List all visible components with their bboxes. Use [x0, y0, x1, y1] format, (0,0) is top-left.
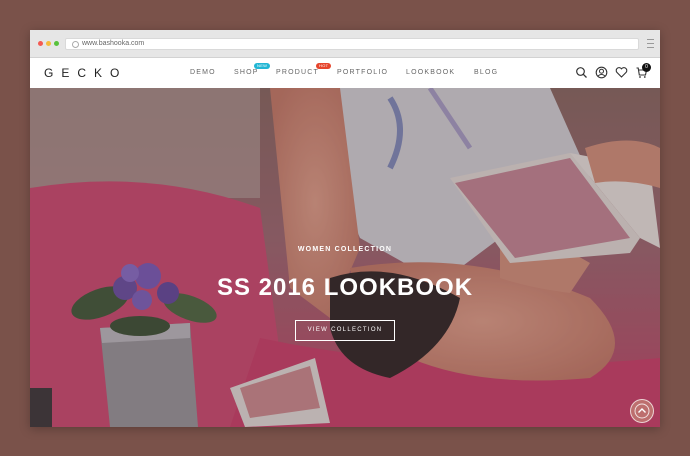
hero-title: SS 2016 LOOKBOOK	[216, 274, 474, 301]
maximize-window-dot[interactable]	[54, 41, 59, 46]
cart-icon[interactable]: 0	[635, 63, 651, 79]
browser-menu-icon[interactable]	[647, 39, 654, 48]
minimize-window-dot[interactable]	[46, 41, 51, 46]
nav-item-shop[interactable]: SHOP NEW	[234, 63, 271, 76]
nav-item-lookbook[interactable]: LOOKBOOK	[406, 69, 455, 76]
logo[interactable]: GECKO	[44, 66, 127, 80]
hot-badge: HOT	[316, 63, 332, 69]
view-collection-button[interactable]: VIEW COLLECTION	[295, 320, 395, 341]
url-text: www.bashooka.com	[82, 40, 145, 47]
browser-toolbar: www.bashooka.com	[30, 30, 660, 58]
hero-overlay	[30, 88, 660, 427]
nav-item-blog[interactable]: BLOG	[474, 69, 498, 76]
nav-item-product[interactable]: PRODUCT HOT	[276, 63, 332, 76]
search-icon[interactable]	[575, 66, 588, 79]
nav-item-label: PRODUCT	[276, 69, 320, 76]
new-badge: NEW	[254, 63, 271, 69]
heart-icon[interactable]	[615, 66, 628, 79]
hero-eyebrow: WOMEN COLLECTION	[297, 246, 393, 253]
nav-item-label: SHOP	[234, 69, 259, 76]
site-header: GECKO DEMO SHOP NEW PRODUCT HOT PORTFOLI…	[30, 58, 660, 88]
globe-icon	[72, 41, 79, 48]
hero-banner: WOMEN COLLECTION SS 2016 LOOKBOOK VIEW C…	[30, 88, 660, 427]
nav-item-portfolio[interactable]: PORTFOLIO	[337, 69, 388, 76]
cart-count-badge: 0	[642, 63, 651, 72]
nav-item-demo[interactable]: DEMO	[190, 69, 216, 76]
browser-window: www.bashooka.com GECKO DEMO SHOP NEW PRO…	[30, 30, 660, 427]
user-icon[interactable]	[595, 66, 608, 79]
close-window-dot[interactable]	[38, 41, 43, 46]
address-bar[interactable]: www.bashooka.com	[65, 38, 639, 50]
window-controls	[38, 41, 59, 46]
header-actions: 0	[575, 63, 651, 79]
chevron-up-icon	[634, 403, 650, 419]
back-to-top-button[interactable]	[630, 399, 654, 423]
